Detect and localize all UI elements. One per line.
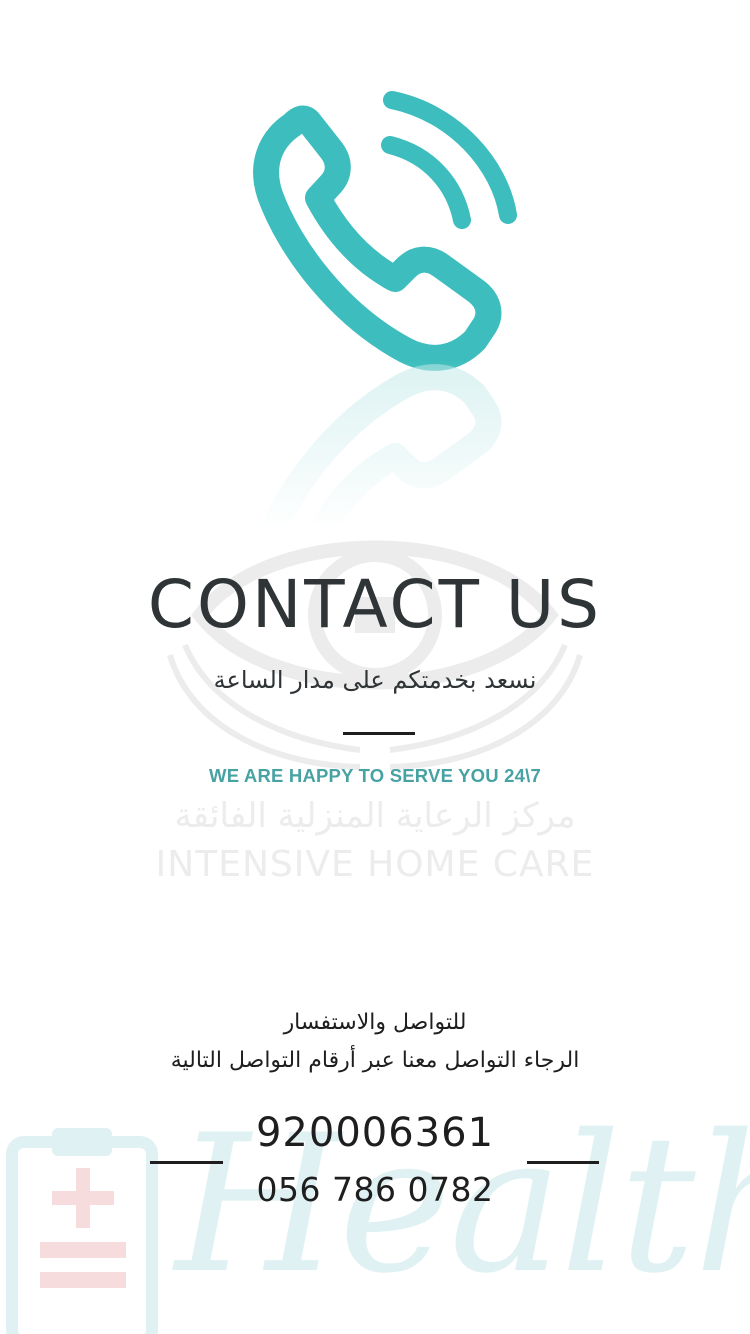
divider-right (527, 1161, 599, 1164)
phone-number-secondary[interactable]: 056 786 0782 (0, 1170, 750, 1209)
subtitle-arabic: نسعد بخدمتكم على مدار الساعة (213, 666, 537, 694)
contact-heading-arabic: للتواصل والاستفسار (283, 1010, 467, 1035)
divider-center (343, 732, 415, 735)
phone-number-primary[interactable]: 920006361 (0, 1110, 750, 1156)
contact-page: Health (0, 0, 750, 1334)
page-title: CONTACT US (147, 566, 603, 643)
divider-left (150, 1161, 223, 1164)
contact-instructions-arabic: الرجاء التواصل معنا عبر أرقام التواصل ال… (170, 1048, 580, 1073)
phone-handset-icon (253, 91, 517, 371)
brand-name-arabic: مركز الرعاية المنزلية الفائقة (174, 796, 576, 836)
phone-reflection-icon (230, 360, 530, 530)
brand-name-english: INTENSIVE HOME CARE (155, 844, 595, 885)
tagline-english: WE ARE HAPPY TO SERVE YOU 24\7 (209, 765, 541, 786)
